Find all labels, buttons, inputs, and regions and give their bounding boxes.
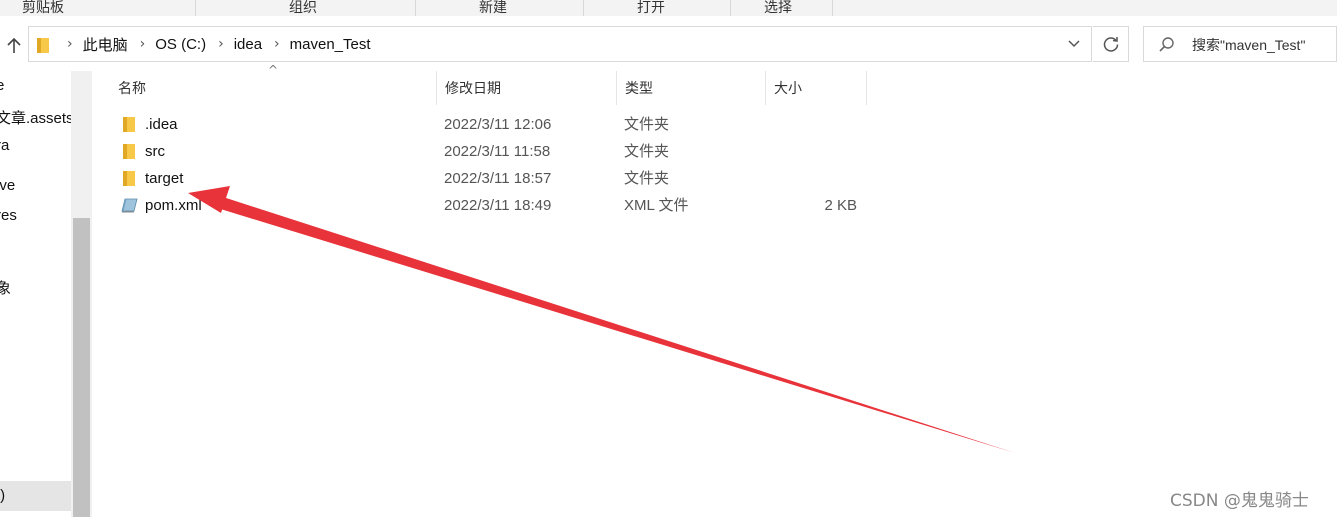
nav-item-selected[interactable]: :): [0, 487, 5, 504]
breadcrumb-this-pc[interactable]: 此电脑: [83, 34, 128, 55]
table-row[interactable]: src 2022/3/11 11:58 文件夹: [92, 138, 892, 165]
file-name[interactable]: pom.xml: [145, 192, 202, 219]
nav-scrollbar[interactable]: [71, 71, 92, 517]
ribbon-group-new: 新建: [479, 0, 507, 16]
folder-icon: [123, 171, 135, 186]
file-size: [772, 165, 857, 192]
file-type: 文件夹: [624, 170, 670, 187]
nav-item[interactable]: e: [0, 77, 4, 94]
navigation-pane: e 文章.assets ra ive res 象 :): [0, 71, 92, 517]
chevron-down-icon[interactable]: [1067, 36, 1081, 50]
file-date: 2022/3/11 12:06: [444, 116, 552, 133]
watermark: CSDN @鬼鬼骑士: [1170, 491, 1309, 511]
column-header-type[interactable]: 类型: [617, 71, 765, 105]
file-type: 文件夹: [624, 116, 670, 133]
table-row[interactable]: pom.xml 2022/3/11 18:49 XML 文件 2 KB: [92, 192, 892, 219]
folder-icon: [37, 38, 49, 53]
search-icon: [1159, 37, 1174, 52]
table-row[interactable]: .idea 2022/3/11 12:06 文件夹: [92, 111, 892, 138]
chevron-right-icon[interactable]: ›: [140, 36, 146, 52]
file-type: XML 文件: [624, 197, 689, 214]
file-explorer-window: 剪贴板 组织 新建 打开 选择 › 此电脑 › OS (C:) › idea ›…: [0, 0, 1337, 517]
ribbon-separator: [415, 0, 416, 16]
breadcrumb-os-c[interactable]: OS (C:): [155, 36, 206, 53]
ribbon-group-open: 打开: [637, 0, 665, 16]
folder-icon: [123, 117, 135, 132]
breadcrumb: › 此电脑 › OS (C:) › idea › maven_Test: [55, 27, 371, 61]
ribbon-group-select: 选择: [764, 0, 792, 16]
chevron-right-icon[interactable]: ›: [218, 36, 224, 52]
ribbon-separator: [730, 0, 731, 16]
up-arrow-button[interactable]: [4, 36, 24, 56]
folder-icon: [123, 144, 135, 159]
navigation-bar: › 此电脑 › OS (C:) › idea › maven_Test: [0, 16, 1337, 71]
ribbon-group-organize: 组织: [289, 0, 317, 16]
search-box[interactable]: [1143, 26, 1337, 62]
file-date: 2022/3/11 11:58: [444, 143, 551, 160]
ribbon-group-clipboard: 剪贴板: [22, 0, 64, 16]
column-header-size[interactable]: 大小: [766, 71, 866, 105]
xml-file-icon: [121, 198, 138, 213]
nav-item[interactable]: ra: [0, 137, 9, 154]
file-size: [772, 138, 857, 165]
nav-item[interactable]: ive: [0, 177, 15, 194]
ribbon-separator: [195, 0, 196, 16]
column-separator[interactable]: [866, 71, 867, 105]
chevron-right-icon[interactable]: ›: [67, 36, 73, 52]
file-list: ^ 名称 修改日期 类型 大小 .idea 2022/3/11 12:06 文件…: [92, 63, 1337, 517]
breadcrumb-idea[interactable]: idea: [234, 36, 262, 53]
file-date: 2022/3/11 18:57: [444, 170, 552, 187]
address-bar[interactable]: › 此电脑 › OS (C:) › idea › maven_Test: [28, 26, 1092, 62]
search-input[interactable]: [1192, 33, 1336, 57]
file-date: 2022/3/11 18:49: [444, 197, 552, 214]
file-name[interactable]: target: [145, 165, 183, 192]
file-size: [772, 111, 857, 138]
file-name[interactable]: .idea: [145, 111, 178, 138]
nav-item-selected-highlight: [0, 481, 71, 511]
breadcrumb-maven-test[interactable]: maven_Test: [290, 36, 371, 53]
table-row[interactable]: target 2022/3/11 18:57 文件夹: [92, 165, 892, 192]
file-size: 2 KB: [824, 197, 857, 214]
refresh-button[interactable]: [1093, 26, 1129, 62]
column-header-name[interactable]: 名称: [110, 71, 436, 105]
nav-scrollbar-thumb[interactable]: [73, 218, 90, 517]
nav-item[interactable]: 象: [0, 277, 11, 298]
column-header-date[interactable]: 修改日期: [437, 71, 616, 105]
up-arrow-icon: [7, 37, 21, 53]
nav-item[interactable]: 文章.assets: [0, 107, 74, 128]
file-name[interactable]: src: [145, 138, 165, 165]
ribbon-separator: [583, 0, 584, 16]
chevron-right-icon[interactable]: ›: [274, 36, 280, 52]
ribbon-separator: [832, 0, 833, 16]
nav-item[interactable]: res: [0, 207, 17, 224]
ribbon-group-labels: 剪贴板 组织 新建 打开 选择: [0, 0, 1337, 17]
refresh-icon: [1103, 37, 1119, 52]
file-type: 文件夹: [624, 143, 670, 160]
